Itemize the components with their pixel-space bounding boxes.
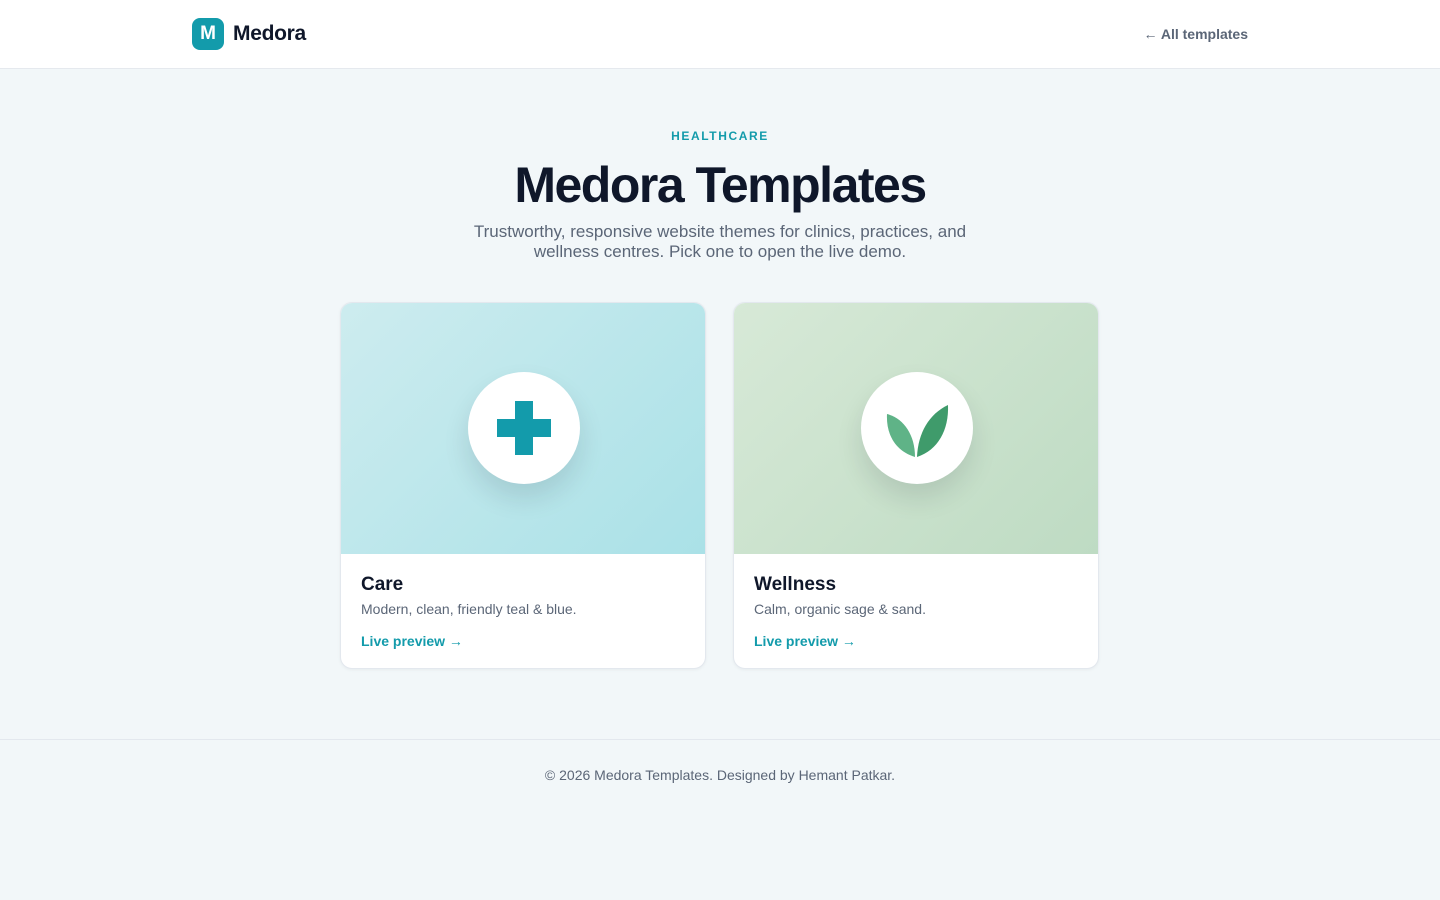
live-preview-link-care[interactable]: Live preview → bbox=[361, 633, 463, 649]
brand-logo-link[interactable]: M Medora bbox=[192, 18, 306, 50]
logo-mark-icon: M bbox=[192, 18, 224, 50]
template-card-care[interactable]: Care Modern, clean, friendly teal & blue… bbox=[340, 302, 706, 669]
card-description: Modern, clean, friendly teal & blue. bbox=[361, 601, 577, 617]
wellness-thumbnail[interactable] bbox=[734, 303, 1098, 554]
medical-cross-icon bbox=[497, 401, 551, 455]
category-eyebrow: HEALTHCARE bbox=[671, 129, 769, 143]
card-title: Care bbox=[361, 574, 404, 595]
care-icon-badge bbox=[468, 372, 580, 484]
page-title: Medora Templates bbox=[514, 157, 927, 213]
site-header: M Medora ← All templates bbox=[0, 0, 1440, 69]
card-description: Calm, organic sage & sand. bbox=[754, 601, 926, 617]
care-thumbnail[interactable] bbox=[341, 303, 705, 554]
card-title: Wellness bbox=[754, 574, 837, 595]
footer-copyright: © 2026 Medora Templates. Designed by Hem… bbox=[544, 767, 896, 783]
page-subtitle: Trustworthy, responsive website themes f… bbox=[473, 222, 967, 261]
leaf-icon bbox=[886, 405, 949, 457]
live-preview-link-wellness[interactable]: Live preview → bbox=[754, 633, 856, 649]
wellness-icon-badge bbox=[861, 372, 973, 484]
template-card-wellness[interactable]: Wellness Calm, organic sage & sand. Live… bbox=[733, 302, 1099, 669]
site-footer: © 2026 Medora Templates. Designed by Hem… bbox=[0, 739, 1440, 900]
brand-name: Medora bbox=[233, 22, 306, 45]
all-templates-link[interactable]: ← All templates bbox=[1143, 26, 1248, 42]
